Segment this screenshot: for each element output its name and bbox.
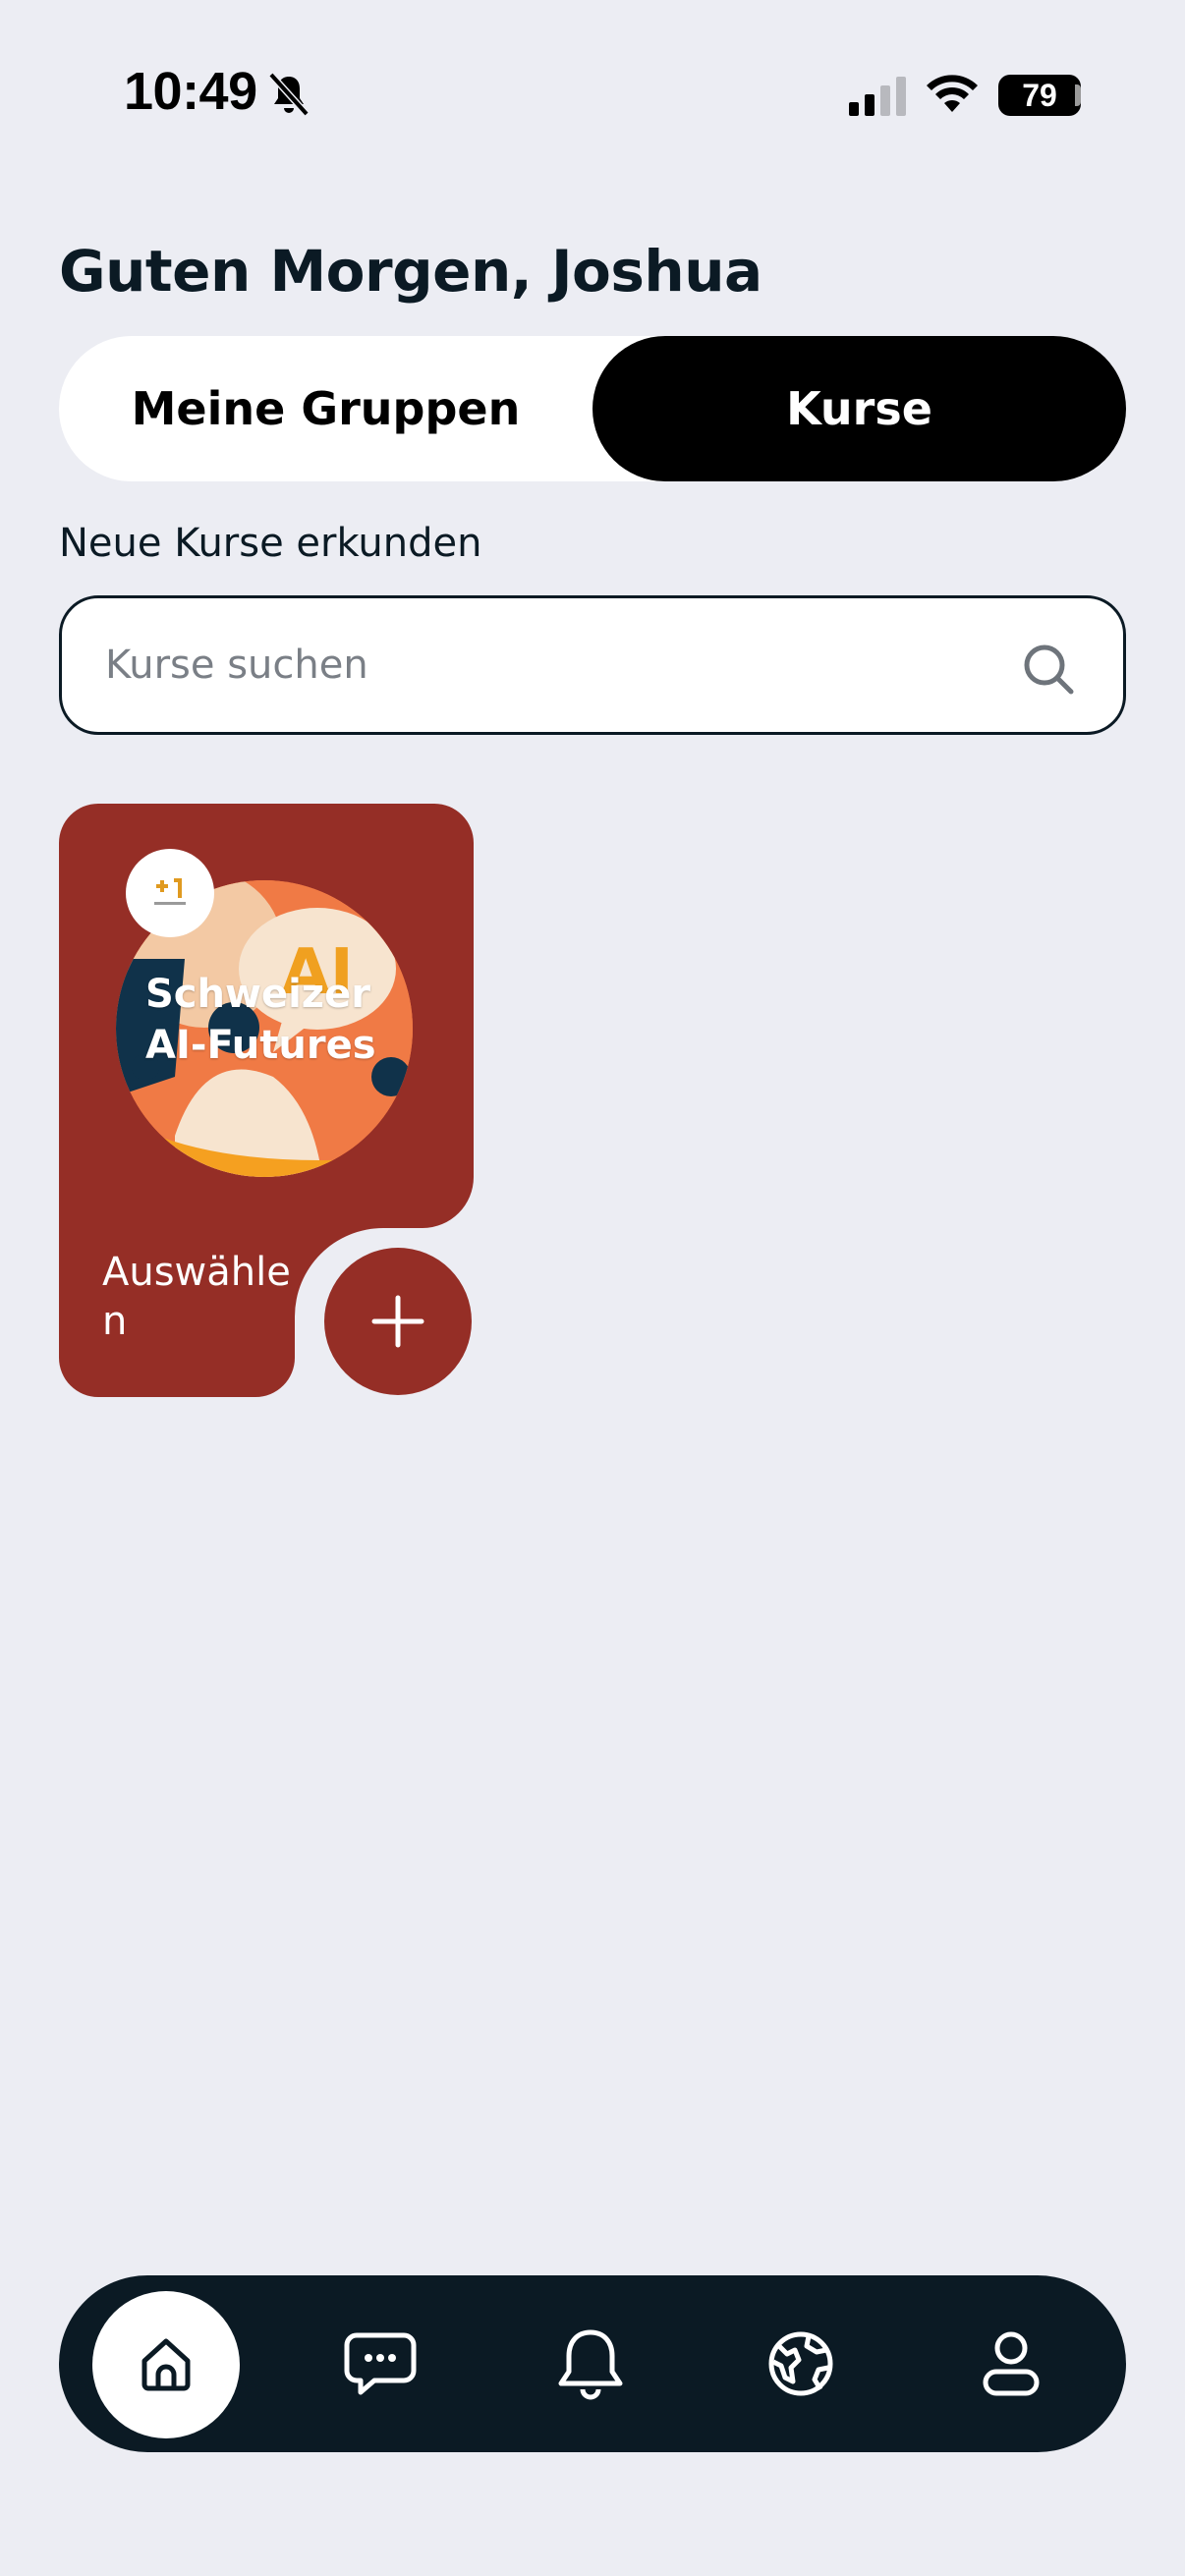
nav-explore[interactable] (727, 2275, 875, 2452)
nav-notifications[interactable] (517, 2275, 664, 2452)
course-title: Schweizer AI-Futures (145, 972, 376, 1068)
battery-indicator: 79 (998, 75, 1081, 116)
segmented-control: Meine Gruppen Kurse (59, 336, 1126, 481)
cellular-signal-icon (849, 77, 906, 116)
course-card[interactable]: AI Schweizer AI-Futures Auswählen (59, 804, 474, 1397)
silent-mode-icon (268, 72, 310, 117)
explore-courses-label: Neue Kurse erkunden (59, 521, 482, 566)
chat-icon (344, 2332, 417, 2395)
add-course-button[interactable] (324, 1248, 472, 1395)
search-icon[interactable] (1021, 642, 1076, 697)
course-search-input[interactable] (105, 643, 989, 688)
globe-icon (768, 2331, 833, 2396)
battery-cap (1075, 84, 1081, 106)
nav-messages[interactable] (307, 2275, 454, 2452)
bottom-navigation (59, 2275, 1126, 2452)
course-search-box (59, 595, 1126, 735)
course-logo-icon (154, 878, 186, 905)
plus-icon (371, 1295, 424, 1348)
profile-icon (983, 2331, 1040, 2396)
nav-home[interactable] (92, 2291, 240, 2438)
bell-icon (558, 2329, 623, 2400)
tab-meine-gruppen[interactable]: Meine Gruppen (59, 336, 592, 481)
home-icon (141, 2338, 191, 2391)
tab-kurse[interactable]: Kurse (592, 336, 1126, 481)
home-screen: 10:49 79 Guten Morgen, Joshua Meine Grup… (0, 0, 1185, 2576)
status-time: 10:49 (124, 62, 257, 121)
course-select-label[interactable]: Auswählen (102, 1248, 299, 1346)
wifi-icon (927, 75, 978, 112)
course-logo-badge (126, 849, 214, 937)
nav-profile[interactable] (937, 2275, 1085, 2452)
greeting-title: Guten Morgen, Joshua (59, 238, 762, 305)
